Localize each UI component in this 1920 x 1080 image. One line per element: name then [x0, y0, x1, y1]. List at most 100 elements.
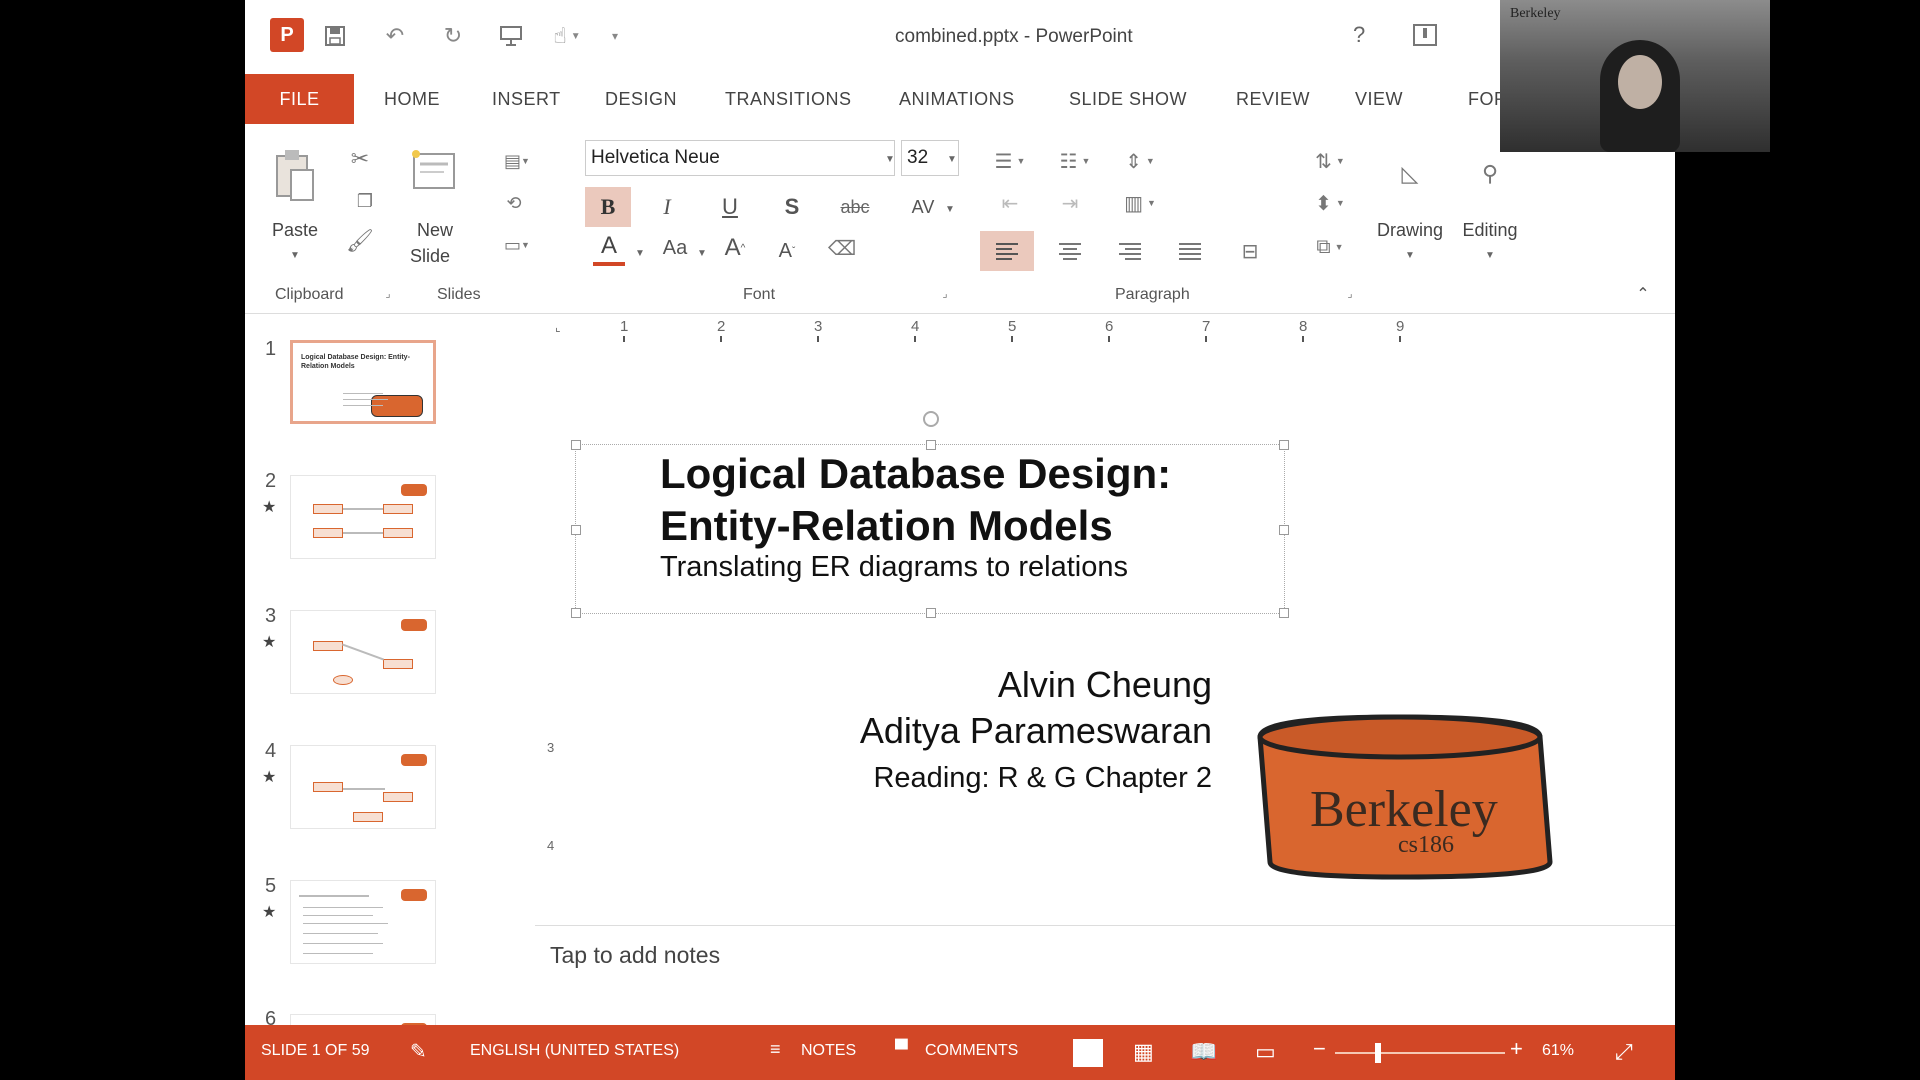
bullets-icon[interactable]: ☰ ▼ — [985, 144, 1035, 178]
slide-thumbnail-4[interactable] — [290, 745, 436, 829]
fit-to-window-icon[interactable]: ⤢ — [1615, 1039, 1633, 1065]
customize-qat-icon[interactable]: ▾ — [605, 18, 625, 54]
clipboard-launcher-icon[interactable]: ⌟ — [381, 286, 395, 300]
author-name[interactable]: Aditya Parameswaran — [860, 710, 1212, 752]
editing-label[interactable]: Editing — [1450, 220, 1530, 241]
font-color-dropdown-icon[interactable]: ▼ — [635, 248, 645, 259]
change-case-button[interactable]: Aa — [655, 230, 695, 266]
strikethrough-button[interactable]: abc — [830, 187, 880, 227]
horizontal-ruler[interactable]: ⌞ 1 2 3 4 5 6 7 8 9 — [555, 318, 1605, 342]
increase-indent-icon[interactable]: ⇥ — [1050, 186, 1090, 220]
tab-animations[interactable]: ANIMATIONS — [899, 74, 1015, 124]
notes-placeholder[interactable]: Tap to add notes — [550, 942, 720, 969]
slide-title[interactable]: Logical Database Design: Entity-Relation… — [660, 448, 1260, 552]
new-slide-label-2[interactable]: Slide — [395, 246, 465, 267]
rotate-handle-icon[interactable] — [923, 411, 939, 427]
font-color-button[interactable]: A — [593, 230, 625, 266]
tab-slide-show[interactable]: SLIDE SHOW — [1069, 74, 1187, 124]
change-case-dropdown-icon[interactable]: ▼ — [697, 248, 707, 259]
berkeley-cs186-logo[interactable]: Berkeley cs186 — [1240, 712, 1570, 882]
character-spacing-button[interactable]: AV — [903, 187, 943, 227]
tab-insert[interactable]: INSERT — [492, 74, 561, 124]
character-spacing-dropdown-icon[interactable]: ▼ — [945, 204, 955, 215]
clear-formatting-icon[interactable]: ⌫ — [825, 230, 859, 266]
reset-icon[interactable]: ⟲ — [497, 188, 531, 218]
paste-label[interactable]: Paste — [270, 220, 320, 241]
font-launcher-icon[interactable]: ⌟ — [938, 286, 952, 300]
zoom-in-button[interactable]: + — [1510, 1036, 1523, 1062]
resize-handle[interactable] — [571, 440, 581, 450]
text-direction-icon[interactable]: ⇅ ▼ — [1305, 144, 1355, 178]
underline-button[interactable]: U — [710, 187, 750, 227]
comments-button[interactable]: COMMENTS — [925, 1042, 1018, 1060]
spell-check-icon[interactable]: ✎ — [410, 1039, 427, 1064]
tab-review[interactable]: REVIEW — [1236, 74, 1310, 124]
resize-handle[interactable] — [571, 608, 581, 618]
help-icon[interactable]: ? — [1353, 22, 1365, 48]
comments-icon[interactable]: ▀ — [895, 1039, 908, 1060]
italic-button[interactable]: I — [647, 187, 687, 227]
editing-dropdown-icon[interactable]: ▼ — [1485, 250, 1495, 261]
line-spacing-icon[interactable]: ⇕ ▼ — [1115, 144, 1165, 178]
resize-handle[interactable] — [926, 608, 936, 618]
notes-pane[interactable]: Tap to add notes — [535, 925, 1675, 1025]
ribbon-display-options-icon[interactable] — [1413, 24, 1437, 46]
paste-icon[interactable] — [270, 146, 320, 206]
redo-icon[interactable]: ↻ — [435, 18, 471, 54]
copy-icon[interactable]: ❐ — [345, 186, 385, 216]
font-name-combobox[interactable]: Helvetica Neue — [585, 140, 895, 176]
slide-thumbnail-3[interactable] — [290, 610, 436, 694]
text-shadow-button[interactable]: S — [772, 187, 812, 227]
new-slide-label[interactable]: New — [400, 220, 470, 241]
shrink-font-button[interactable]: Aˇ — [772, 234, 802, 268]
tab-home[interactable]: HOME — [384, 74, 440, 124]
zoom-slider[interactable] — [1335, 1052, 1505, 1054]
resize-handle[interactable] — [1279, 525, 1289, 535]
reading-view-icon[interactable]: 📖 — [1190, 1039, 1217, 1065]
resize-handle[interactable] — [571, 525, 581, 535]
slide-show-icon[interactable]: ▭ — [1255, 1039, 1276, 1065]
numbering-icon[interactable]: ☷ ▼ — [1050, 144, 1100, 178]
slide-subtitle[interactable]: Translating ER diagrams to relations — [660, 551, 1128, 584]
distributed-icon[interactable]: ⊟ — [1230, 231, 1270, 271]
reading-text[interactable]: Reading: R & G Chapter 2 — [873, 762, 1212, 795]
collapse-ribbon-icon[interactable]: ⌃ — [1633, 284, 1653, 304]
slide-sorter-icon[interactable]: ▦ — [1133, 1039, 1154, 1065]
language-indicator[interactable]: ENGLISH (UNITED STATES) — [470, 1042, 679, 1060]
tab-design[interactable]: DESIGN — [605, 74, 677, 124]
align-right-button[interactable] — [1110, 231, 1150, 271]
tab-selector-icon[interactable]: ⌞ — [555, 320, 569, 334]
paragraph-launcher-icon[interactable]: ⌟ — [1343, 286, 1357, 300]
slide-thumbnail-6[interactable] — [290, 1014, 436, 1025]
zoom-out-button[interactable]: − — [1313, 1036, 1326, 1062]
section-icon[interactable]: ▭ ▼ — [497, 230, 537, 260]
format-painter-icon[interactable]: 🖌 — [345, 226, 375, 256]
tab-view[interactable]: VIEW — [1355, 74, 1403, 124]
powerpoint-app-icon[interactable]: P — [270, 18, 304, 52]
notes-button[interactable]: NOTES — [801, 1042, 856, 1060]
zoom-slider-thumb[interactable] — [1375, 1043, 1381, 1063]
notes-icon[interactable]: ≡ — [770, 1039, 781, 1060]
font-name-dropdown-icon[interactable]: ▼ — [885, 154, 895, 165]
grow-font-button[interactable]: A ^ — [720, 230, 750, 266]
new-slide-icon[interactable] — [405, 146, 461, 196]
resize-handle[interactable] — [1279, 440, 1289, 450]
decrease-indent-icon[interactable]: ⇤ — [990, 186, 1030, 220]
undo-icon[interactable]: ↶ — [377, 18, 413, 54]
vertical-ruler[interactable]: 34 — [543, 350, 565, 910]
author-name[interactable]: Alvin Cheung — [998, 664, 1212, 706]
layout-icon[interactable]: ▤ ▼ — [497, 146, 537, 176]
tab-file[interactable]: FILE — [245, 74, 354, 124]
slide-thumbnail-1[interactable]: Logical Database Design: Entity-Relation… — [290, 340, 436, 424]
shapes-icon[interactable]: ◺ — [1390, 154, 1430, 194]
slide-thumbnail-2[interactable] — [290, 475, 436, 559]
paste-dropdown-icon[interactable]: ▼ — [290, 250, 300, 261]
smartart-icon[interactable]: ⧉ ▼ — [1305, 230, 1355, 264]
align-left-button[interactable] — [980, 231, 1034, 271]
align-text-icon[interactable]: ⬍ ▼ — [1305, 186, 1355, 220]
normal-view-icon[interactable] — [1073, 1039, 1103, 1067]
justify-button[interactable] — [1170, 231, 1210, 271]
touch-mode-icon[interactable]: ☝ ▼ — [545, 18, 589, 54]
tab-transitions[interactable]: TRANSITIONS — [725, 74, 852, 124]
save-icon[interactable] — [317, 18, 353, 54]
